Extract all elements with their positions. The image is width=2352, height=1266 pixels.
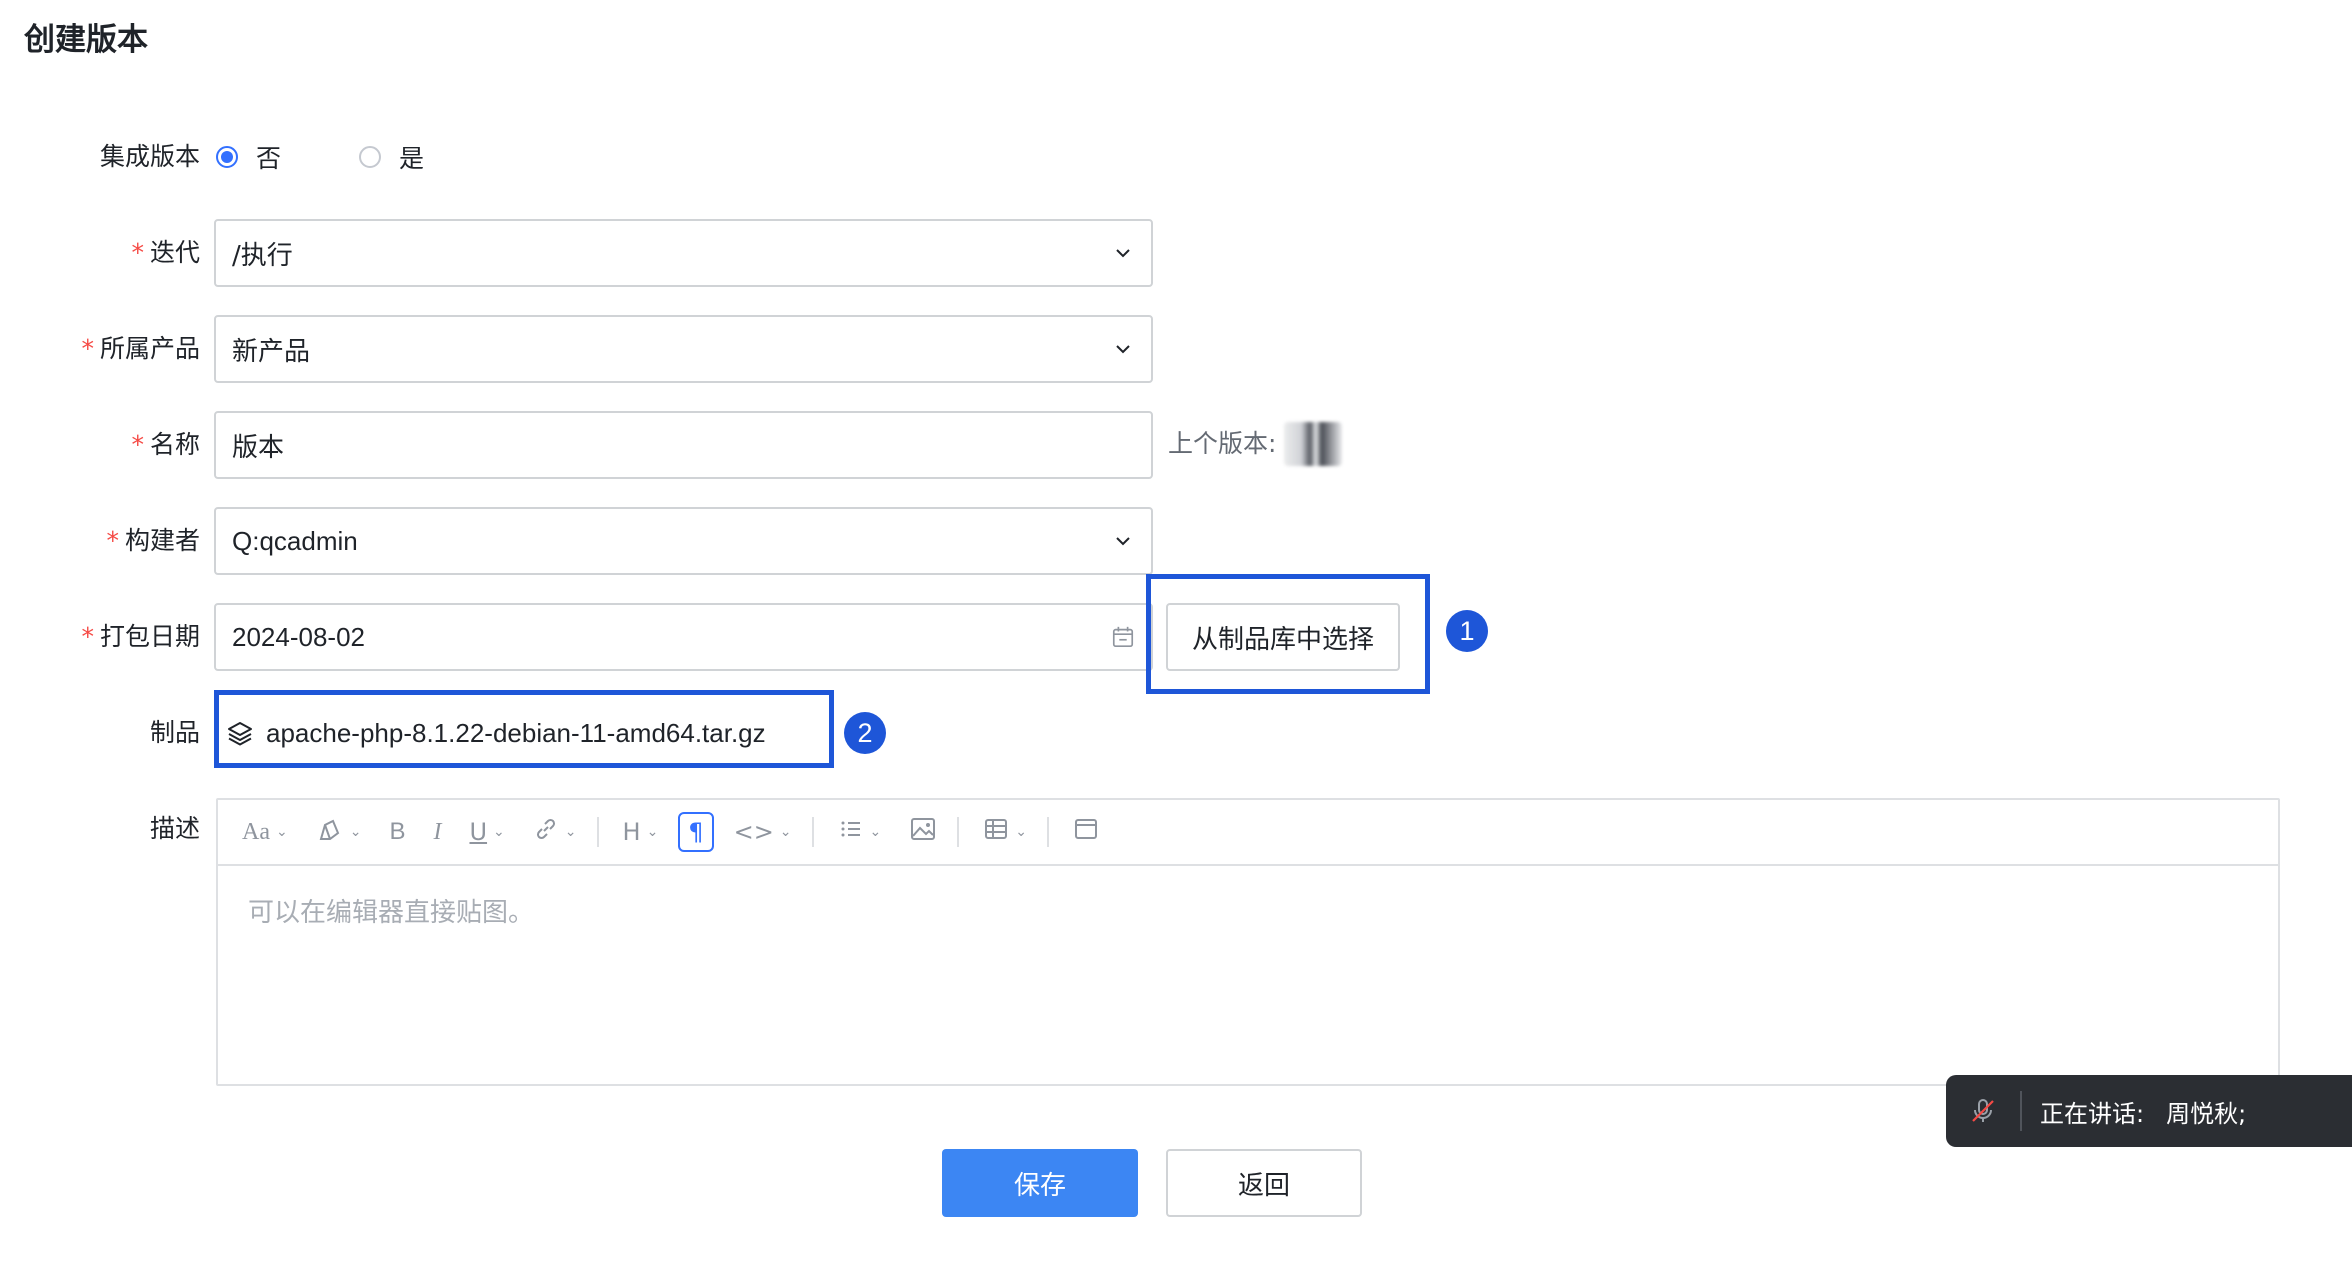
artifact-item[interactable]: apache-php-8.1.22-debian-11-amd64.tar.gz: [226, 713, 766, 753]
bold-button[interactable]: B: [381, 812, 413, 852]
underline-button[interactable]: U ⌄: [461, 812, 512, 852]
list-icon: [838, 816, 864, 848]
select-from-repo-button[interactable]: 从制品库中选择: [1166, 603, 1400, 671]
back-button[interactable]: 返回: [1166, 1149, 1362, 1217]
save-button[interactable]: 保存: [942, 1149, 1138, 1217]
mic-muted-icon[interactable]: [1968, 1094, 2002, 1128]
annotation-badge-2: 2: [844, 712, 886, 754]
previous-version-label: 上个版本:: [1168, 429, 1277, 458]
chevron-down-icon: ⌄: [1015, 824, 1027, 840]
product-select[interactable]: 新产品: [214, 315, 1153, 383]
speaking-label: 正在讲话:: [2040, 1099, 2145, 1128]
image-icon: [909, 815, 937, 849]
toolbar-divider: [811, 817, 814, 847]
chevron-down-icon: [1111, 241, 1135, 265]
iteration-value: /执行: [232, 240, 293, 271]
layout-button[interactable]: [1065, 812, 1107, 852]
description-editor[interactable]: Aa ⌄ ⌄ B I U ⌄ ⌄ H ⌄ ¶ <> ⌄ ⌄ ⌄ 可以在编辑器直接…: [216, 798, 2280, 1086]
radio-no[interactable]: 否: [216, 139, 281, 175]
builder-select[interactable]: Q:qcadmin: [214, 507, 1153, 575]
iteration-label: * 迭代: [131, 238, 200, 267]
chevron-down-icon: ⌄: [275, 824, 288, 840]
radio-yes[interactable]: 是: [359, 139, 424, 175]
table-icon: [983, 816, 1009, 848]
name-input[interactable]: 版本: [214, 411, 1153, 479]
integrated-radio-group: 否 是: [216, 137, 460, 177]
code-button[interactable]: <> ⌄: [726, 812, 800, 852]
heading-button[interactable]: H ⌄: [615, 812, 667, 852]
page-title: 创建版本: [24, 22, 148, 58]
builder-value: Q:qcadmin: [232, 525, 358, 556]
italic-button[interactable]: I: [425, 812, 449, 852]
required-mark: *: [81, 334, 94, 363]
artifact-name: apache-php-8.1.22-debian-11-amd64.tar.gz: [266, 717, 766, 748]
toolbar-divider: [1047, 817, 1049, 847]
previous-version: 上个版本:: [1168, 422, 1343, 466]
layers-icon: [226, 718, 256, 748]
builder-label: * 构建者: [106, 526, 200, 555]
link-icon: [533, 816, 559, 848]
radio-yes-dot[interactable]: [359, 146, 382, 168]
chevron-down-icon: ⌄: [869, 824, 882, 840]
chevron-down-icon: ⌄: [493, 824, 505, 840]
speaking-toast: 正在讲话: 周悦秋;: [1946, 1075, 2352, 1147]
editor-content[interactable]: 可以在编辑器直接贴图。: [218, 866, 2278, 955]
list-button[interactable]: ⌄: [830, 812, 890, 852]
link-button[interactable]: ⌄: [525, 812, 585, 852]
speaker-name: 周悦秋;: [2166, 1099, 2247, 1128]
integrated-label: 集成版本: [99, 142, 200, 171]
toolbar-divider: [957, 817, 960, 847]
chevron-down-icon: ⌄: [564, 824, 577, 840]
radio-no-label: 否: [256, 144, 282, 173]
artifact-label: 制品: [149, 718, 200, 747]
required-mark: *: [131, 238, 144, 267]
pack-date-input[interactable]: 2024-08-02: [214, 603, 1153, 671]
layout-icon: [1073, 816, 1099, 848]
iteration-select[interactable]: /执行: [214, 219, 1153, 287]
radio-yes-label: 是: [399, 144, 425, 173]
font-size-button[interactable]: Aa ⌄: [234, 812, 296, 852]
product-label: * 所属产品: [81, 334, 200, 363]
chevron-down-icon: ⌄: [646, 824, 659, 840]
table-button[interactable]: ⌄: [975, 812, 1035, 852]
name-label: * 名称: [131, 430, 200, 459]
toolbar-divider: [596, 817, 599, 847]
paragraph-button[interactable]: ¶: [678, 812, 714, 852]
calendar-icon[interactable]: [1111, 625, 1135, 649]
annotation-badge-1: 1: [1446, 610, 1488, 652]
chevron-down-icon: [1111, 529, 1135, 553]
previous-version-redacted: [1284, 422, 1343, 466]
format-painter-button[interactable]: ⌄: [308, 812, 370, 852]
toast-divider: [2020, 1091, 2022, 1131]
description-label: 描述: [149, 814, 200, 843]
pack-date-label: * 打包日期: [81, 622, 200, 651]
editor-placeholder: 可以在编辑器直接贴图。: [248, 898, 535, 928]
required-mark: *: [106, 526, 119, 555]
radio-no-dot[interactable]: [216, 146, 238, 168]
product-value: 新产品: [232, 336, 311, 367]
required-mark: *: [131, 430, 144, 459]
chevron-down-icon: ⌄: [349, 824, 362, 840]
pack-date-value: 2024-08-02: [232, 621, 365, 652]
editor-toolbar: Aa ⌄ ⌄ B I U ⌄ ⌄ H ⌄ ¶ <> ⌄ ⌄ ⌄: [218, 800, 2278, 866]
format-painter-icon: [316, 815, 344, 849]
chevron-down-icon: ⌄: [779, 824, 792, 840]
image-button[interactable]: [901, 812, 945, 852]
name-value: 版本: [232, 432, 285, 463]
required-mark: *: [81, 622, 94, 651]
chevron-down-icon: [1111, 337, 1135, 361]
